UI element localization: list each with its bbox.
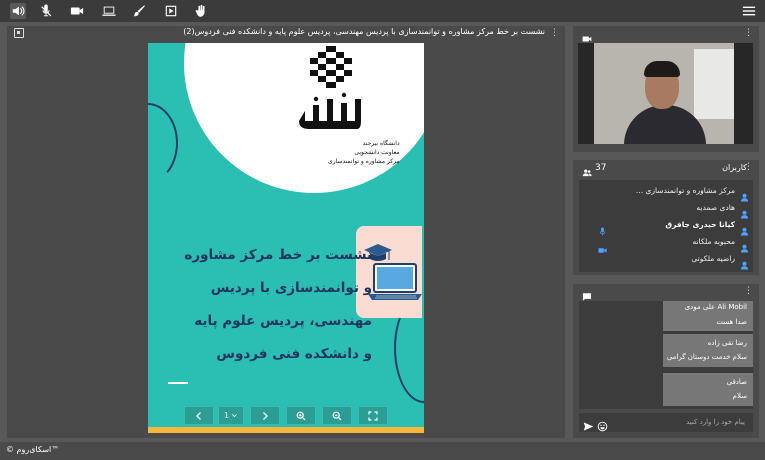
slide-decoration-arc (148, 103, 178, 183)
camera-icon[interactable] (69, 3, 85, 19)
slide-heading-line: و توانمندسازی با پردیس (210, 280, 372, 296)
user-name: راضیه ملکوتی (691, 254, 735, 263)
university-logo-subtitle: دانشگاه بیرجند معاونت دانشجویی مرکز مشاو… (328, 139, 400, 166)
expand-icon (368, 410, 378, 421)
send-icon[interactable] (583, 417, 594, 431)
chat-message: صادقی سلام (663, 373, 753, 406)
screen-share-icon[interactable] (101, 3, 117, 19)
slide-heading: نشست بر خط مرکز مشاوره و توانمندسازی با … (162, 239, 372, 384)
user-media-status (585, 221, 607, 253)
users-menu-icon[interactable]: ⋮ (744, 162, 753, 172)
user-list-item[interactable]: محبوبه ملکانه (579, 234, 753, 253)
user-icon (740, 204, 749, 219)
app-window: نشست بر خط مرکز مشاوره و توانمندسازی با … (0, 0, 765, 460)
fit-screen-button[interactable] (358, 406, 388, 425)
slide-heading-line: و دانشکده فنی فردوس (216, 346, 372, 362)
chat-bubble-icon (582, 287, 592, 301)
chevron-right-icon (263, 411, 268, 420)
user-name: کیانا حیدری جافرق (665, 220, 735, 229)
users-panel: 37 کاربران ⋮ مرکز مشاوره و توانمندسازی .… (573, 160, 759, 275)
brush-icon[interactable] (131, 3, 147, 19)
mic-off-icon[interactable] (38, 3, 54, 19)
chevron-down-icon (232, 414, 237, 418)
webcam-background (594, 43, 734, 144)
user-icon (740, 238, 749, 253)
chat-sender: صادقی (726, 378, 747, 386)
video-camera-icon (582, 29, 592, 42)
play-icon[interactable] (163, 3, 179, 19)
chat-menu-icon[interactable]: ⋮ (744, 286, 753, 296)
chat-text: سلام (732, 392, 747, 400)
presentation-menu-icon[interactable]: ⋮ (550, 28, 559, 38)
chat-panel: ⋮ Ali Mobil علی مودی صدا هست رضا تقی زاد… (573, 284, 759, 438)
chevron-left-icon (196, 411, 201, 420)
logo-subtitle-line: مرکز مشاوره و توانمندسازی (328, 158, 400, 165)
zoom-in-icon (296, 411, 306, 420)
emoji-icon[interactable] (597, 417, 608, 432)
presentation-header: نشست بر خط مرکز مشاوره و توانمندسازی با … (7, 26, 565, 40)
chat-sender: رضا تقی زاده (707, 339, 747, 347)
logo-subtitle-line: معاونت دانشجویی (354, 149, 400, 156)
user-list-item[interactable]: هادی صمدیه (579, 200, 753, 219)
hamburger-menu-icon[interactable] (741, 3, 757, 19)
zoom-out-button[interactable] (322, 406, 352, 425)
user-name: مرکز مشاوره و توانمندسازی ... (635, 186, 735, 195)
zoom-in-button[interactable] (286, 406, 316, 425)
chat-input-placeholder: پیام خود را وارد کنید (686, 418, 745, 426)
page-number: 1 (223, 411, 230, 420)
user-list-item[interactable]: کیانا حیدری جافرق (579, 217, 753, 253)
footer-brand: © اسکای‌روم™ (6, 445, 60, 454)
slide-heading-underline (168, 382, 188, 384)
user-name: محبوبه ملکانه (692, 237, 735, 246)
slide-bottom-bar (148, 427, 424, 433)
slide-heading-line: نشست بر خط مرکز مشاوره (184, 247, 372, 263)
logo-subtitle-line: دانشگاه بیرجند (362, 140, 400, 147)
zoom-out-icon (332, 411, 342, 420)
users-list: مرکز مشاوره و توانمندسازی ... هادی صمدیه… (579, 180, 753, 272)
presentation-title: نشست بر خط مرکز مشاوره و توانمندسازی با … (183, 27, 545, 36)
chat-sender: Ali Mobil علی مودی (684, 303, 747, 311)
chat-text: سلام خدمت دوستان گرامی (666, 353, 747, 361)
webcam-panel: ⋮ (573, 26, 759, 152)
top-toolbar (0, 0, 765, 22)
webcam-menu-icon[interactable]: ⋮ (744, 28, 753, 38)
university-logo-calligraphy-icon (299, 92, 361, 129)
fullscreen-toggle-icon[interactable] (14, 28, 24, 38)
webcam-video[interactable] (578, 43, 753, 144)
chat-input[interactable]: پیام خود را وارد کنید (579, 413, 753, 432)
chat-message: رضا تقی زاده سلام خدمت دوستان گرامی (663, 334, 753, 367)
webcam-window (694, 49, 734, 119)
user-list-item[interactable]: راضیه ملکوتی (579, 251, 753, 270)
previous-slide-button[interactable] (184, 406, 214, 425)
university-logo-knot-icon (310, 46, 352, 88)
presentation-slide: دانشگاه بیرجند معاونت دانشجویی مرکز مشاو… (148, 43, 424, 433)
chat-text: صدا هست (716, 318, 747, 326)
page-select[interactable]: 1 (218, 406, 244, 425)
chat-messages[interactable]: Ali Mobil علی مودی صدا هست رضا تقی زاده … (579, 301, 753, 409)
user-name: هادی صمدیه (696, 203, 735, 212)
user-list-item[interactable]: مرکز مشاوره و توانمندسازی ... (579, 183, 753, 202)
speaker-icon[interactable] (10, 3, 26, 19)
user-icon (740, 187, 749, 202)
user-icon (740, 221, 749, 236)
users-group-icon (582, 163, 592, 177)
hand-icon[interactable] (193, 3, 209, 19)
next-slide-button[interactable] (250, 406, 280, 425)
users-count: 37 (595, 163, 607, 173)
footer-bar: © اسکای‌روم™ (0, 442, 765, 460)
webcam-person-hair (644, 61, 680, 77)
chat-message: Ali Mobil علی مودی صدا هست (663, 301, 753, 331)
user-icon (740, 255, 749, 270)
slide-heading-line: مهندسی، پردیس علوم پایه (194, 313, 372, 329)
